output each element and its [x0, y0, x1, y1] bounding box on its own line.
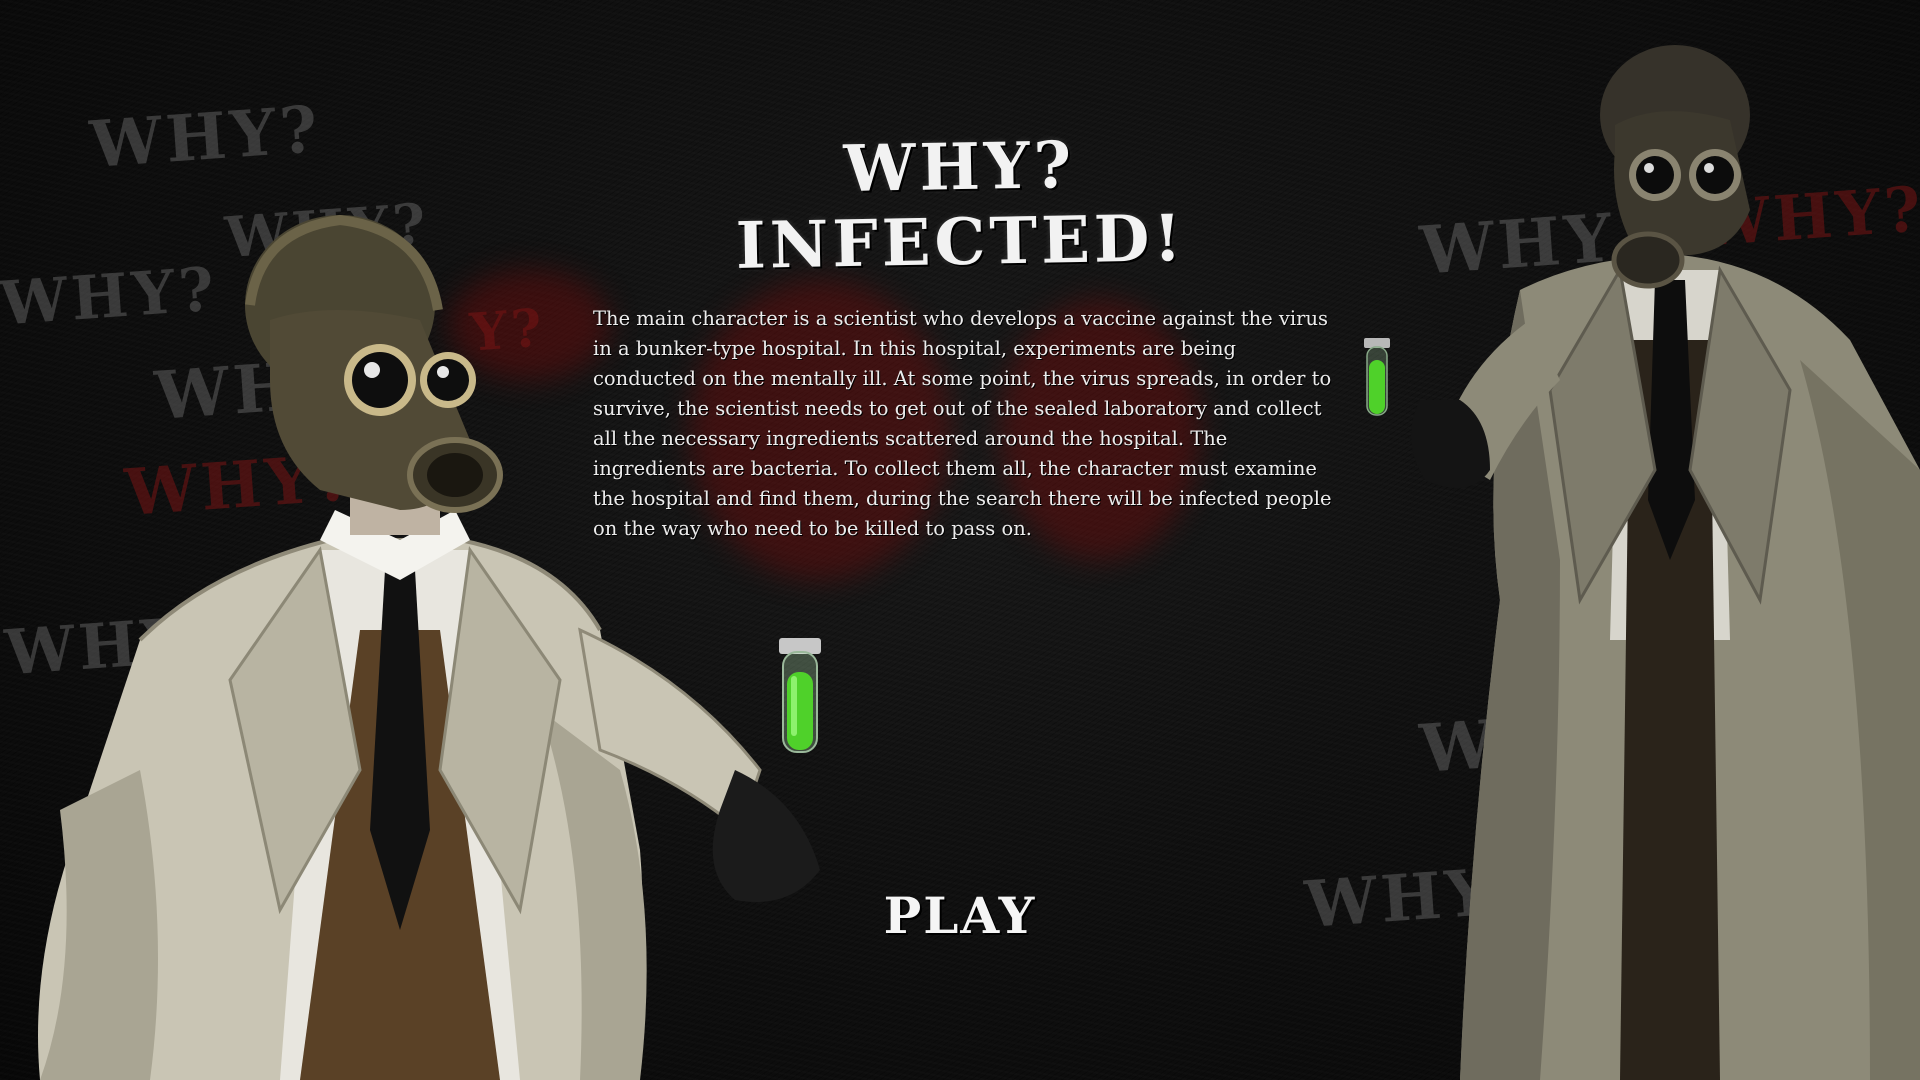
green-vial-icon: [779, 638, 821, 753]
graffiti-why: WH: [152, 347, 303, 435]
story-description: The main character is a scientist who de…: [593, 307, 1332, 540]
title-screen: WHY? WHY? WHY? WH WHY? WHY WHY WHY? WH W…: [0, 0, 1920, 1080]
graffiti-why: WHY?: [122, 440, 359, 531]
graffiti-why: WHY?: [1302, 852, 1539, 943]
game-title: WHY? INFECTED!: [735, 127, 1187, 284]
graffiti-why: WHY: [2, 603, 192, 690]
graffiti-why: WHY?: [87, 92, 324, 183]
graffiti-why: WHY: [1417, 198, 1619, 290]
graffiti-why: WH: [1417, 700, 1568, 788]
graffiti-why: Y?: [467, 297, 548, 364]
graffiti-why: WHY?: [1697, 172, 1920, 261]
play-button[interactable]: PLAY: [880, 880, 1040, 950]
graffiti-why: WHY?: [0, 254, 221, 340]
graffiti-why: Y?: [1852, 897, 1920, 969]
green-vial-icon: [1364, 338, 1390, 416]
graffiti-why: WHY?: [222, 190, 432, 272]
